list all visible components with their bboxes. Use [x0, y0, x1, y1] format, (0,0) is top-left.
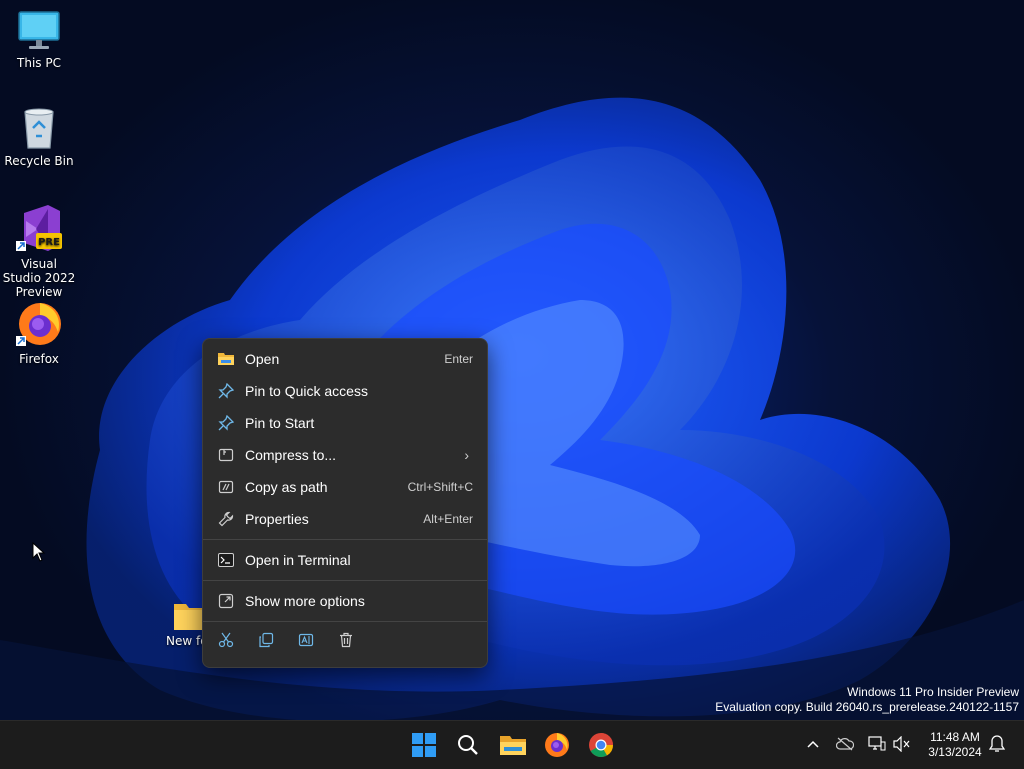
desktop-icon-label: This PC: [17, 56, 61, 70]
volume-muted-icon: [893, 736, 910, 752]
menu-item-label: Properties: [245, 511, 309, 527]
rename-icon: [298, 633, 314, 647]
pin-icon: [217, 414, 235, 432]
menu-separator: [203, 580, 487, 581]
clock-time: 11:48 AM: [930, 730, 980, 744]
notifications-button[interactable]: [986, 733, 1008, 755]
watermark-line-2: Evaluation copy. Build 26040.rs_prerelea…: [715, 700, 1019, 714]
menu-item-show-more[interactable]: Show more options: [207, 586, 483, 616]
desktop-icon-visual-studio[interactable]: PRE Visual Studio 2022 Preview: [1, 203, 77, 299]
menu-item-compress[interactable]: Compress to... ›: [207, 440, 483, 470]
clock-button[interactable]: 11:48 AM 3/13/2024: [916, 730, 994, 760]
clock-date: 3/13/2024: [928, 745, 982, 759]
menu-item-shortcut: Alt+Enter: [423, 512, 473, 526]
menu-item-open[interactable]: Open Enter: [207, 344, 483, 374]
firefox-icon: [545, 733, 569, 757]
menu-item-label: Show more options: [245, 593, 365, 609]
desktop-icon-this-pc[interactable]: This PC: [1, 10, 77, 70]
pre-badge: PRE: [38, 237, 60, 248]
copy-button[interactable]: [255, 629, 277, 651]
network-tray-button[interactable]: [866, 733, 888, 755]
menu-item-label: Pin to Start: [245, 415, 315, 431]
menu-item-shortcut: Enter: [444, 352, 473, 366]
show-hidden-icons-button[interactable]: [802, 733, 824, 755]
desktop-icon-label: Recycle Bin: [4, 154, 74, 168]
cut-button[interactable]: [215, 629, 237, 651]
chevron-up-icon: [807, 740, 819, 748]
evaluation-watermark: Windows 11 Pro Insider Preview Evaluatio…: [715, 685, 1019, 715]
menu-item-label: Open in Terminal: [245, 552, 351, 568]
firefox-taskbar-button[interactable]: [541, 729, 573, 761]
network-icon: [868, 736, 886, 751]
monitor-icon: [18, 11, 60, 49]
wrench-icon: [217, 510, 235, 528]
rename-button[interactable]: [295, 629, 317, 651]
menu-item-properties[interactable]: Properties Alt+Enter: [207, 504, 483, 534]
menu-item-shortcut: Ctrl+Shift+C: [407, 480, 473, 494]
menu-separator: [203, 539, 487, 540]
chrome-icon: [589, 733, 613, 758]
desktop-icon-label: Visual Studio 2022 Preview: [2, 257, 76, 299]
cut-icon: [218, 632, 234, 648]
file-explorer-button[interactable]: [497, 729, 529, 761]
mouse-cursor-icon: [32, 542, 46, 562]
onedrive-tray-button[interactable]: [834, 733, 856, 755]
menu-item-label: Open: [245, 351, 280, 367]
menu-item-pin-quick-access[interactable]: Pin to Quick access: [207, 376, 483, 406]
menu-item-label: Compress to...: [245, 447, 337, 463]
copy-path-icon: [217, 478, 235, 496]
search-icon: [458, 735, 478, 755]
folder-open-icon: [217, 350, 235, 368]
copy-icon: [259, 632, 274, 648]
wallpaper-bloom: [0, 97, 1024, 720]
volume-tray-button[interactable]: [891, 733, 913, 755]
chrome-taskbar-button[interactable]: [585, 729, 617, 761]
desktop-icon-firefox[interactable]: Firefox: [1, 300, 77, 366]
context-menu: Open Enter Pin to Quick access Pin to St…: [202, 338, 488, 668]
desktop-icon-recycle-bin[interactable]: Recycle Bin: [1, 106, 77, 168]
menu-item-label: Pin to Quick access: [245, 383, 368, 399]
menu-action-bar: [215, 629, 357, 651]
firefox-icon: [16, 303, 61, 346]
menu-item-pin-start[interactable]: Pin to Start: [207, 408, 483, 438]
start-button[interactable]: [408, 729, 440, 761]
recycle-bin-icon: [24, 108, 54, 149]
menu-item-copy-path[interactable]: Copy as path Ctrl+Shift+C: [207, 472, 483, 502]
terminal-icon: [217, 551, 235, 569]
zip-icon: [217, 446, 235, 464]
menu-item-open-terminal[interactable]: Open in Terminal: [207, 545, 483, 575]
pin-icon: [217, 382, 235, 400]
taskbar: 11:48 AM 3/13/2024: [0, 720, 1024, 769]
desktop[interactable]: This PC Recycle Bin PRE Visual Studio 20…: [0, 0, 1024, 720]
file-explorer-icon: [500, 736, 526, 755]
onedrive-icon: [836, 737, 854, 751]
bell-icon: [989, 735, 1005, 752]
desktop-icon-label: Firefox: [19, 352, 59, 366]
start-icon: [412, 733, 436, 757]
chevron-right-icon: ›: [464, 447, 469, 463]
menu-separator: [203, 621, 487, 622]
menu-item-label: Copy as path: [245, 479, 328, 495]
search-button[interactable]: [452, 729, 484, 761]
delete-button[interactable]: [335, 629, 357, 651]
visual-studio-icon: PRE: [16, 205, 62, 251]
delete-icon: [340, 632, 352, 648]
external-icon: [217, 592, 235, 610]
watermark-line-1: Windows 11 Pro Insider Preview: [847, 685, 1019, 699]
